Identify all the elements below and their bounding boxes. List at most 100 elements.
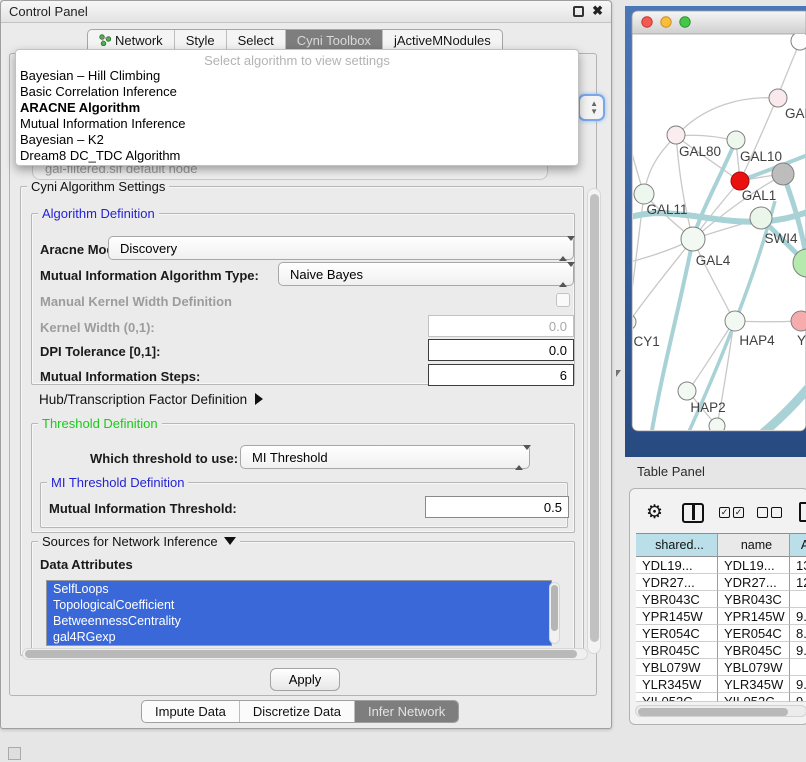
cell[interactable]: 9. [790,676,806,693]
cell[interactable]: YER054C [636,625,718,642]
tab-discretize-data[interactable]: Discretize Data [240,701,355,722]
sources-group-title[interactable]: Sources for Network Inference [38,534,240,549]
hub-tf-definition-toggle[interactable]: Hub/Transcription Factor Definition [39,392,263,407]
data-attributes-list[interactable]: SelfLoops TopologicalCoefficient Between… [46,580,552,646]
scrollbar-thumb[interactable] [25,650,577,658]
network-window-titlebar[interactable] [632,11,806,34]
kernel-width-field[interactable]: 0.0 [428,315,574,337]
node-gray[interactable] [772,163,794,185]
split-columns-icon[interactable] [682,503,704,523]
aracne-mode-select[interactable]: Discovery [108,236,574,260]
node-partial-top[interactable] [791,32,806,50]
cell[interactable]: 13 [790,557,806,574]
cell[interactable]: YDL19... [636,557,718,574]
which-threshold-select[interactable]: MI Threshold [240,445,530,469]
node-gal80[interactable] [667,126,685,144]
mi-threshold-field[interactable]: 0.5 [425,496,569,518]
scrollbar-thumb[interactable] [590,194,599,642]
list-item[interactable]: TopologicalCoefficient [47,597,551,613]
cell[interactable] [790,659,806,676]
cell[interactable]: YLR345W [636,676,718,693]
cell[interactable]: YBR043C [718,591,790,608]
table-row[interactable]: YDR27...YDR27...12 [636,574,806,591]
cell[interactable]: YBR045C [636,642,718,659]
dropdown-item[interactable]: Dream8 DC_TDC Algorithm [16,148,578,164]
network-view[interactable]: GAL GAL80 GAL10 GAL1 GAL11 SWI4 GAL4 GCY… [625,6,806,457]
scrollbar-thumb[interactable] [638,708,788,716]
settings-vertical-scrollbar[interactable] [587,188,601,654]
close-traffic-light[interactable] [642,17,652,27]
cell[interactable]: 9 [790,693,806,702]
cell[interactable]: 8. [790,625,806,642]
table-horizontal-scrollbar[interactable] [635,705,806,717]
node-hap4[interactable] [725,311,745,331]
algorithm-combobox-fragment[interactable]: ▲▼ [578,94,605,121]
table-row[interactable]: YDL19...YDL19...13 [636,557,806,574]
list-item[interactable]: gal4RGexp [47,629,551,645]
cell[interactable]: YDL19... [718,557,790,574]
node-gal10[interactable] [727,131,745,149]
cell[interactable]: YBR045C [718,642,790,659]
cell[interactable]: YDR27... [636,574,718,591]
list-item[interactable]: BetweennessCentrality [47,613,551,629]
zoom-traffic-light[interactable] [680,17,690,27]
mi-steps-field[interactable]: 6 [428,364,574,386]
minimize-traffic-light[interactable] [661,17,671,27]
cell[interactable]: YIL052C [636,693,718,702]
table-row[interactable]: YBR045CYBR045C9. [636,642,806,659]
table-row[interactable]: YER054CYER054C8. [636,625,806,642]
node-gal-partial[interactable] [769,89,787,107]
settings-group-title: Cyni Algorithm Settings [27,179,169,194]
node-gal4[interactable] [681,227,705,251]
dropdown-item[interactable]: Basic Correlation Inference [16,84,578,100]
node-label: GAL80 [679,144,721,159]
cell[interactable]: YPR145W [636,608,718,625]
column-header-name[interactable]: name [718,533,790,557]
table-row[interactable]: YPR145WYPR145W9. [636,608,806,625]
control-panel-titlebar[interactable]: Control Panel ✖ [1,1,611,23]
cell[interactable]: YIL052C [718,693,790,702]
table-row[interactable]: YLR345WYLR345W9. [636,676,806,693]
node-swi4[interactable] [750,207,772,229]
settings-horizontal-scrollbar[interactable] [22,648,588,660]
gear-icon[interactable]: ⚙ [646,503,663,522]
table-row-partial[interactable]: YIL052CYIL052C9 [636,693,806,702]
dropdown-item[interactable]: Bayesian – Hill Climbing [16,68,578,84]
cell[interactable]: 9. [790,608,806,625]
select-all-columns-icon[interactable]: ✓ ✓ [719,507,744,518]
cell[interactable]: YBL079W [636,659,718,676]
mi-algorithm-type-select[interactable]: Naive Bayes [278,262,574,286]
cell[interactable]: YBR043C [636,591,718,608]
resize-grip[interactable] [8,747,21,760]
node-hap2[interactable] [678,382,696,400]
dropdown-item-selected[interactable]: ARACNE Algorithm [16,100,578,116]
attributes-list-scrollbar[interactable] [549,582,560,644]
cell[interactable]: YPR145W [718,608,790,625]
column-header-shared-name[interactable]: shared... [636,533,718,557]
dropdown-item[interactable]: Mutual Information Inference [16,116,578,132]
table-row[interactable]: YBL079WYBL079W [636,659,806,676]
manual-kernel-checkbox[interactable] [556,293,570,307]
float-window-icon[interactable] [573,6,584,17]
cell[interactable] [790,591,806,608]
list-item[interactable]: SelfLoops [47,581,551,597]
cell[interactable]: YDR27... [718,574,790,591]
document-icon[interactable] [799,502,806,522]
cell[interactable]: YBL079W [718,659,790,676]
apply-button[interactable]: Apply [270,668,340,691]
cell[interactable]: YLR345W [718,676,790,693]
cell[interactable]: YER054C [718,625,790,642]
column-header-partial[interactable]: A [790,533,806,557]
dropdown-item[interactable]: Bayesian – K2 [16,132,578,148]
cell[interactable]: 12 [790,574,806,591]
close-icon[interactable]: ✖ [592,3,603,19]
scrollbar-thumb[interactable] [551,585,558,631]
node-gal11[interactable] [634,184,654,204]
dpi-tolerance-field[interactable]: 0.0 [428,339,574,361]
table-row[interactable]: YBR043CYBR043C [636,591,806,608]
tab-impute-data[interactable]: Impute Data [142,701,240,722]
node-salmon[interactable] [791,311,806,331]
deselect-all-columns-icon[interactable] [757,507,782,518]
tab-infer-network[interactable]: Infer Network [355,701,458,722]
cell[interactable]: 9. [790,642,806,659]
